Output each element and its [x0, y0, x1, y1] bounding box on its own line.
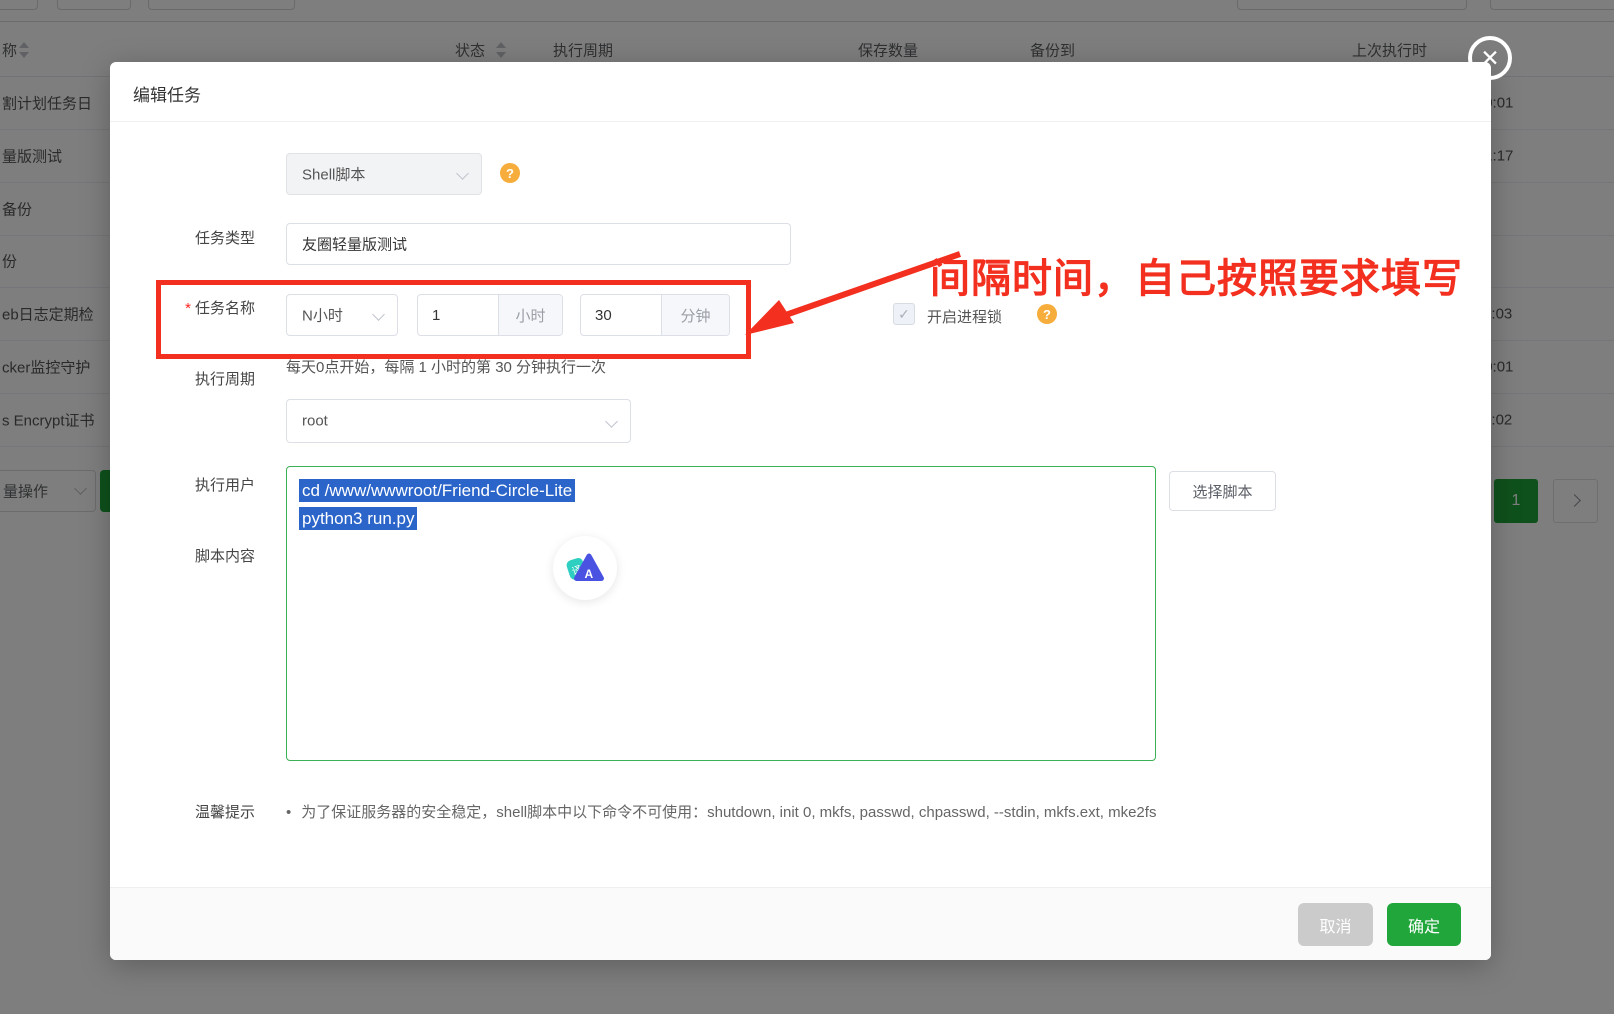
process-lock-help-icon[interactable]: ?	[1037, 304, 1057, 324]
task-type-label: 任务类型	[145, 227, 255, 248]
modal-title: 编辑任务	[133, 81, 201, 106]
chevron-down-icon	[605, 415, 618, 428]
translate-logo-icon: 译 A	[565, 551, 605, 585]
cycle-hint-text: 每天0点开始，每隔 1 小时的第 30 分钟执行一次	[286, 356, 606, 377]
confirm-button[interactable]: 确定	[1387, 903, 1461, 946]
close-icon[interactable]: ✕	[1468, 36, 1512, 80]
script-line: python3 run.py	[299, 505, 1143, 533]
svg-text:A: A	[585, 567, 594, 581]
cancel-button[interactable]: 取消	[1298, 903, 1373, 946]
exec-user-label: 执行用户	[145, 474, 255, 495]
script-line: cd /www/wwwroot/Friend-Circle-Lite	[299, 477, 1143, 505]
modal-header: 编辑任务	[110, 62, 1491, 122]
chevron-down-icon	[456, 167, 469, 180]
annotation-highlight-box	[156, 280, 751, 359]
task-type-help-icon[interactable]: ?	[500, 163, 520, 183]
select-script-button[interactable]: 选择脚本	[1169, 471, 1276, 511]
edit-task-modal: 编辑任务 任务类型 Shell脚本 ? *任务名称 友圈轻量版测试 执行周期 N…	[110, 62, 1491, 960]
exec-user-value: root	[302, 413, 328, 430]
script-label: 脚本内容	[145, 545, 255, 566]
tips-text-row: • 为了保证服务器的安全稳定，shell脚本中以下命令不可使用：shutdown,…	[286, 801, 1156, 822]
task-type-select[interactable]: Shell脚本	[286, 153, 482, 195]
tips-text: 为了保证服务器的安全稳定，shell脚本中以下命令不可使用：shutdown, …	[301, 804, 1156, 821]
annotation-text: 间隔时间，自己按照要求填写	[930, 246, 1463, 304]
cycle-label: 执行周期	[145, 368, 255, 389]
task-type-value: Shell脚本	[302, 164, 365, 185]
screen: 称 状态 执行周期 保存数量 备份到 上次执行时 割计划任务日02:00:01量…	[0, 0, 1614, 1014]
bullet: •	[286, 804, 291, 821]
exec-user-select[interactable]: root	[286, 399, 631, 443]
translate-plugin-button[interactable]: 译 A	[553, 536, 617, 600]
modal-footer	[110, 887, 1491, 960]
script-textarea[interactable]: cd /www/wwwroot/Friend-Circle-Lite pytho…	[286, 466, 1156, 761]
task-name-value: 友圈轻量版测试	[302, 234, 407, 255]
tips-label: 温馨提示	[145, 801, 255, 822]
task-name-input[interactable]: 友圈轻量版测试	[286, 223, 791, 265]
